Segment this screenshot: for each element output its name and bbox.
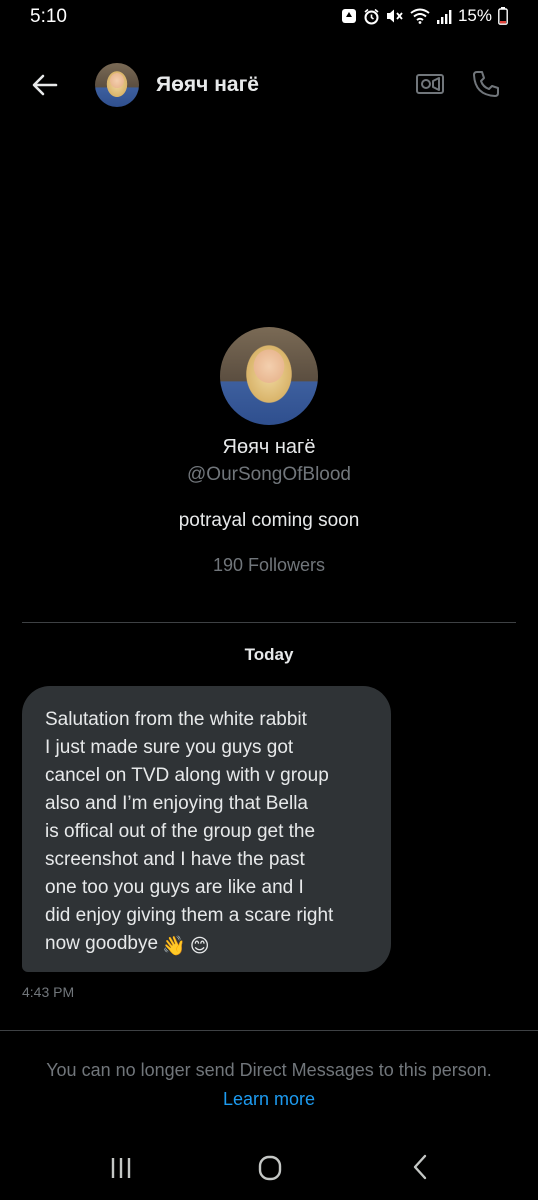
notification-icon bbox=[341, 8, 357, 24]
home-icon bbox=[254, 1155, 286, 1188]
battery-icon bbox=[498, 7, 508, 25]
mute-icon bbox=[386, 8, 404, 24]
profile-name: Яөяч нагё bbox=[222, 436, 316, 458]
message-text: Salutation from the white rabbit I just … bbox=[45, 706, 369, 961]
status-icons: 15% bbox=[341, 6, 508, 26]
profile-avatar[interactable] bbox=[220, 327, 318, 425]
nav-back-button[interactable] bbox=[405, 1152, 435, 1182]
recents-button[interactable] bbox=[106, 1155, 136, 1181]
signal-icon bbox=[436, 9, 452, 24]
learn-more-link[interactable]: Learn more bbox=[223, 1089, 315, 1109]
profile-bio: potrayal coming soon bbox=[178, 510, 360, 531]
home-button[interactable] bbox=[254, 1152, 286, 1184]
message-body: Salutation from the white rabbit I just … bbox=[45, 709, 334, 954]
video-call-button[interactable] bbox=[412, 70, 448, 102]
date-separator: Today bbox=[244, 645, 294, 664]
back-arrow-icon bbox=[32, 74, 58, 101]
phone-icon bbox=[471, 69, 501, 104]
alarm-icon bbox=[363, 8, 380, 25]
notice-text: You can no longer send Direct Messages t… bbox=[46, 1060, 492, 1080]
video-call-icon bbox=[415, 72, 445, 101]
waving-hand-emoji: 👋 bbox=[162, 936, 186, 957]
message-bubble[interactable]: Salutation from the white rabbit I just … bbox=[22, 686, 391, 972]
header-avatar[interactable] bbox=[95, 63, 139, 107]
followers-count[interactable]: 190 Followers bbox=[0, 555, 538, 576]
wifi-icon bbox=[410, 8, 430, 24]
message-timestamp: 4:43 PM bbox=[22, 984, 75, 1000]
header-title[interactable]: Яөяч нагё bbox=[156, 73, 259, 97]
phone-call-button[interactable] bbox=[468, 68, 504, 104]
battery-percent: 15% bbox=[457, 6, 492, 25]
recents-icon bbox=[106, 1158, 136, 1185]
divider bbox=[22, 622, 516, 623]
profile-handle: @OurSongOfBlood bbox=[187, 464, 351, 485]
composer-divider bbox=[0, 1030, 538, 1031]
smiling-face-emoji: 😊 bbox=[189, 936, 210, 957]
back-button[interactable] bbox=[28, 70, 62, 104]
dm-restriction-notice: You can no longer send Direct Messages t… bbox=[40, 1056, 498, 1114]
status-time: 5:10 bbox=[30, 6, 67, 27]
nav-back-icon bbox=[405, 1154, 435, 1186]
